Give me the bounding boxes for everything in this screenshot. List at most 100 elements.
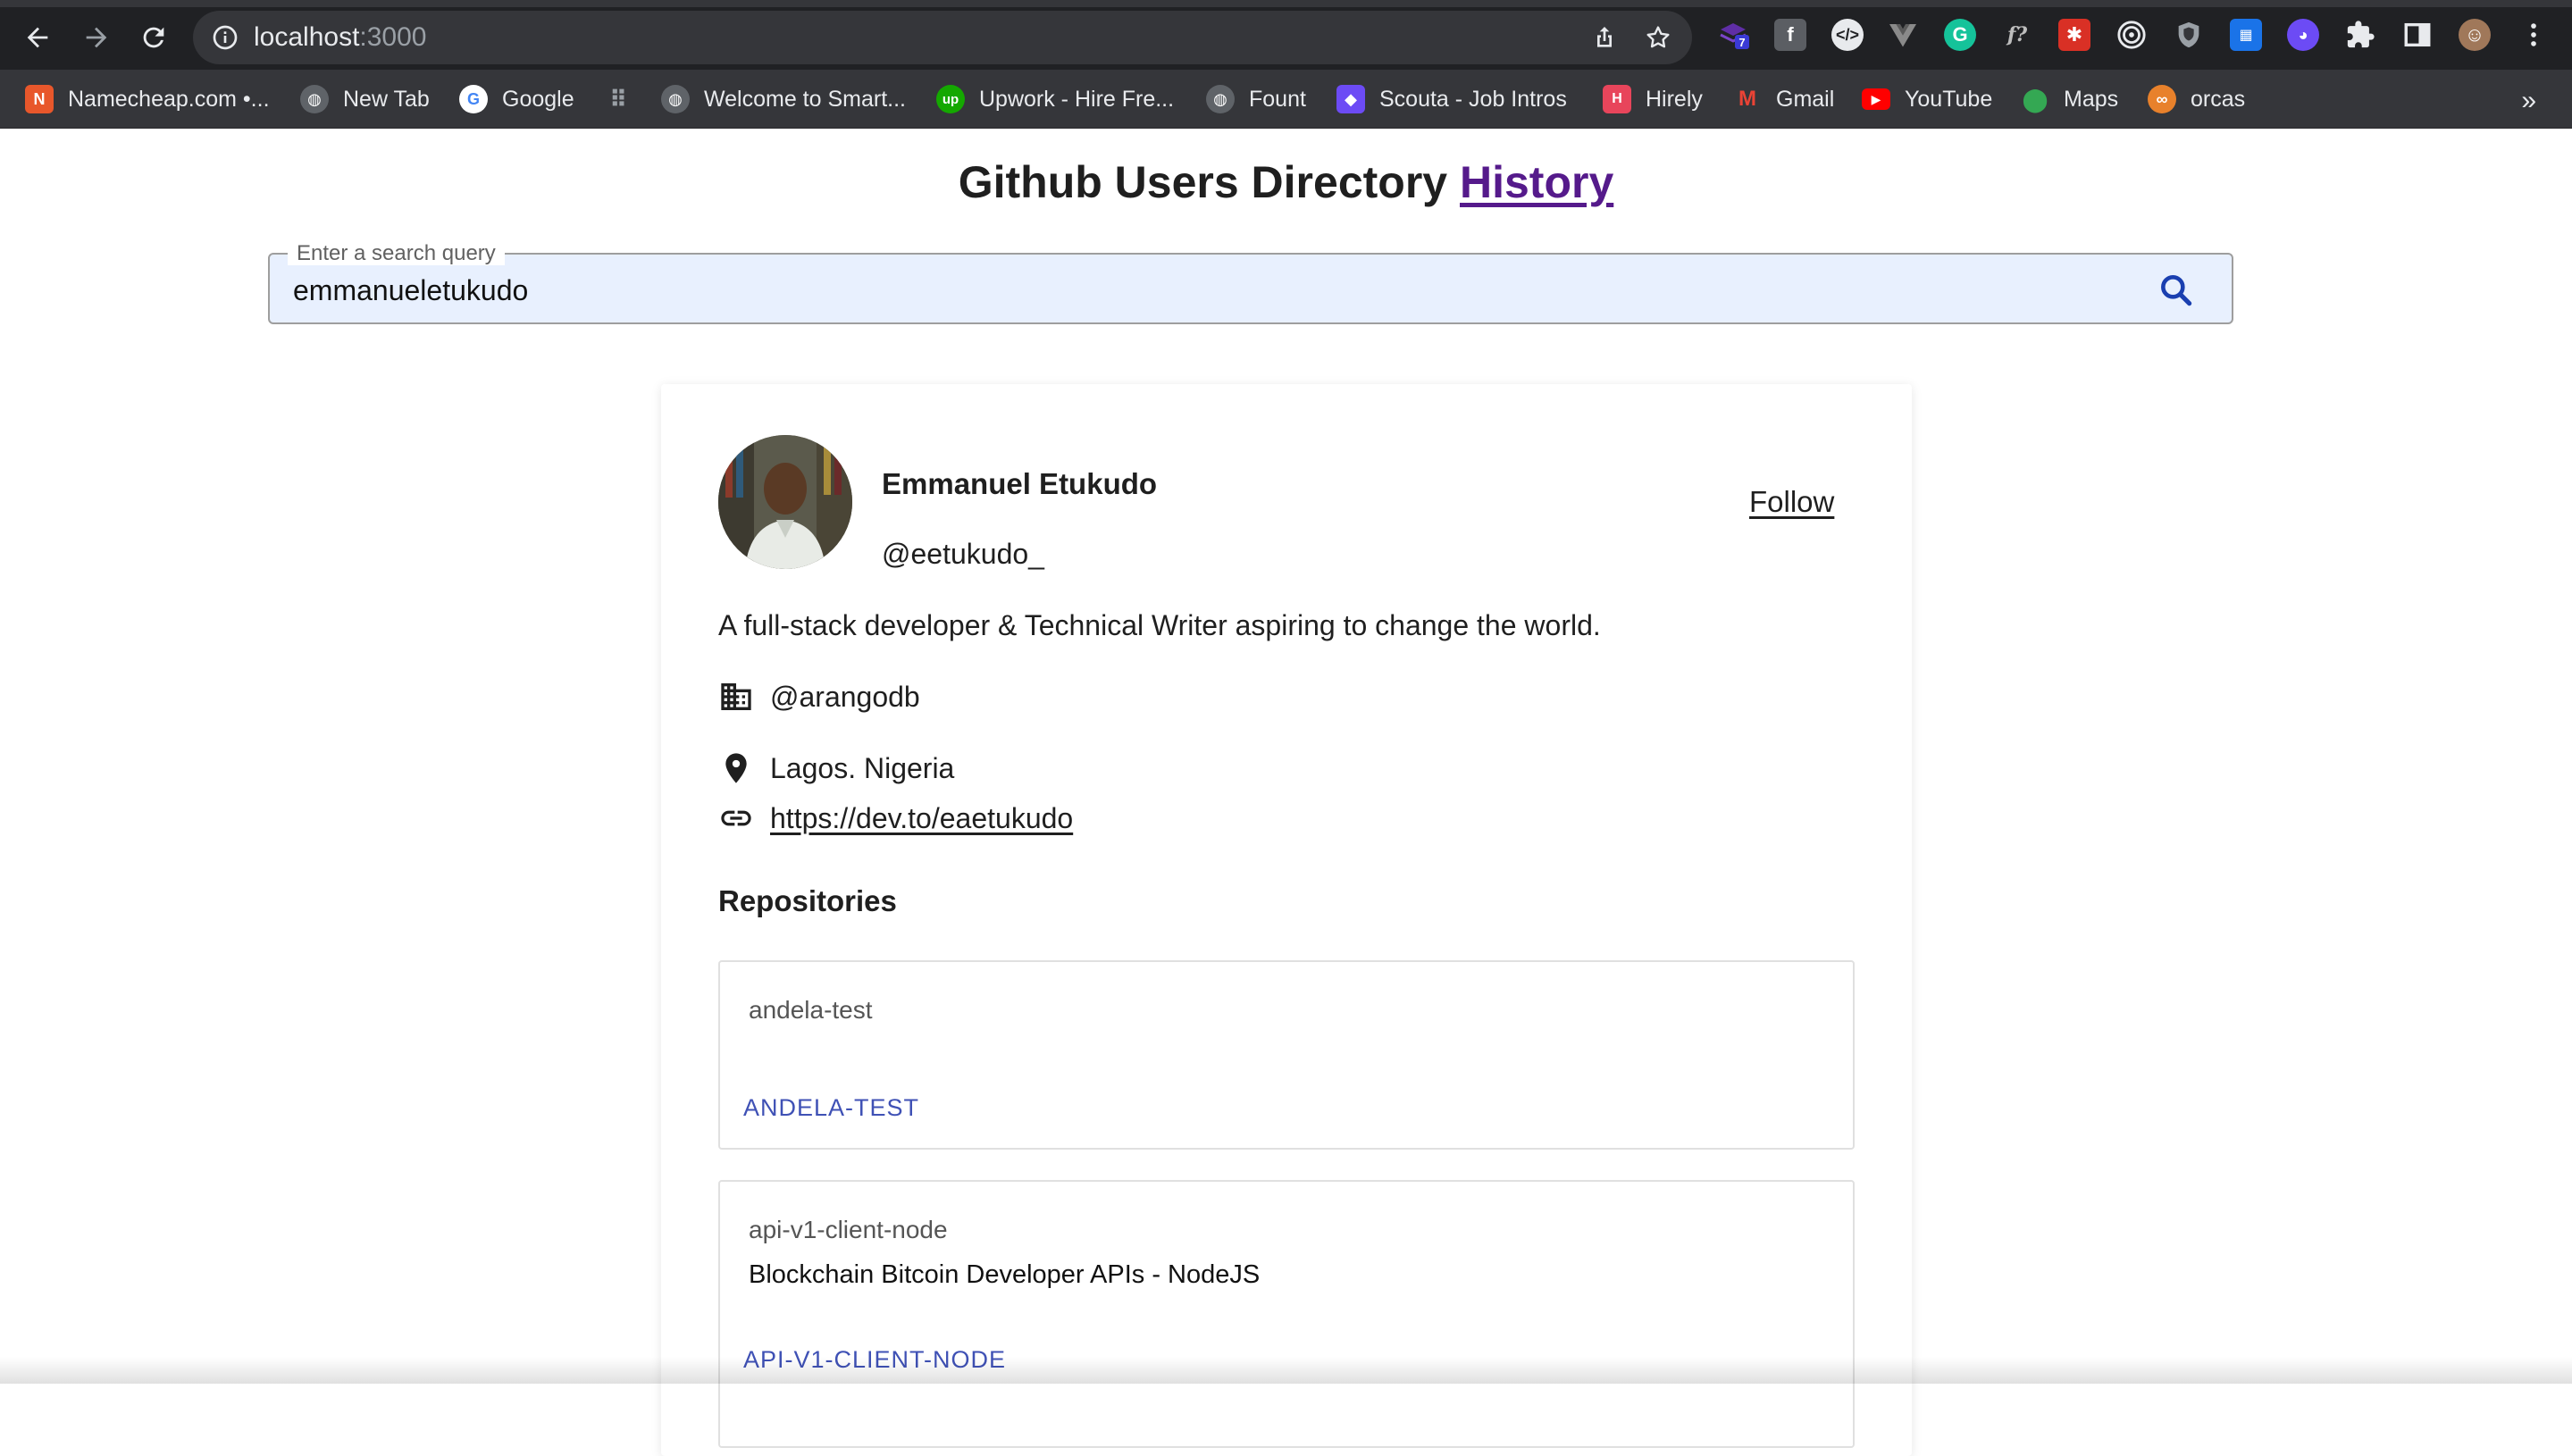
arrow-left-icon [27, 27, 48, 48]
more-vert-icon[interactable] [2518, 19, 2550, 51]
youtube-icon: ▶ [1862, 88, 1890, 110]
reload-icon [143, 27, 164, 48]
info-icon[interactable] [211, 23, 239, 52]
avatar [718, 435, 852, 569]
share-icon[interactable] [1590, 23, 1619, 52]
maps-icon: ⬤ [2022, 85, 2048, 113]
target-extension-icon[interactable] [2115, 19, 2148, 51]
tab-strip [0, 0, 2572, 7]
globe-icon: ◍ [661, 85, 690, 113]
address-bar[interactable]: localhost:3000 [193, 11, 1692, 64]
bookmark-label: Hirely [1646, 86, 1703, 112]
globe-icon: ◍ [1206, 85, 1235, 113]
bookmark-label: Gmail [1776, 86, 1835, 112]
profile-card: Emmanuel Etukudo @eetukudo_ Follow A ful… [661, 384, 1912, 1456]
namecheap-icon: N [25, 85, 54, 113]
facebook-icon[interactable]: f [1774, 19, 1806, 51]
search-label: Enter a search query [288, 242, 505, 265]
shield-extension-icon[interactable] [2173, 19, 2205, 51]
bookmark-scouta[interactable]: ◆ Scouta - Job Intros [1336, 79, 1567, 120]
page-title-text: Github Users Directory [958, 157, 1448, 207]
stack-extension-icon[interactable]: 7 [1717, 19, 1749, 51]
bookmarks-bar: N Namecheap.com •... ◍ New Tab G Google … [0, 70, 2572, 129]
bookmark-new-tab[interactable]: ◍ New Tab [300, 79, 430, 120]
bookmark-label: Namecheap.com •... [68, 86, 270, 112]
bookmark-orcas[interactable]: ∞ orcas [2148, 79, 2245, 120]
blue-extension-icon[interactable]: ▦ [2230, 19, 2262, 51]
repositories-heading: Repositories [718, 884, 897, 917]
bookmark-fount[interactable]: ◍ Fount [1206, 79, 1306, 120]
puzzle-icon[interactable] [2344, 19, 2376, 51]
search-input[interactable] [293, 271, 2080, 310]
orcas-icon: ∞ [2148, 85, 2176, 113]
repo-link[interactable]: ANDELA-TEST [743, 1094, 919, 1122]
profile-company: @arangodb [718, 679, 920, 715]
page-title: Github Users Directory History [0, 156, 2572, 208]
upwork-icon: up [936, 85, 965, 113]
page-content: Github Users Directory History Enter a s… [0, 130, 2572, 1456]
bookmark-label: Upwork - Hire Fre... [979, 86, 1175, 112]
repo-description: Blockchain Bitcoin Developer APIs - Node… [749, 1260, 1261, 1289]
blog-link[interactable]: https://dev.to/eaetukudo [770, 802, 1073, 835]
bookmark-label: Fount [1249, 86, 1306, 112]
code-extension-icon[interactable]: </> [1831, 19, 1864, 51]
repo-name: andela-test [749, 996, 873, 1024]
bookmark-welcome[interactable]: ◍ Welcome to Smart... [661, 79, 906, 120]
bookmarks-overflow-button[interactable]: » [2521, 86, 2536, 116]
search-icon[interactable] [2157, 271, 2196, 310]
repo-name: api-v1-client-node [749, 1216, 948, 1243]
bookmark-label: Google [502, 86, 574, 112]
google-icon: G [459, 85, 488, 113]
bookmark-label: New Tab [343, 86, 430, 112]
profile-blog: https://dev.to/eaetukudo [718, 800, 1073, 836]
follow-button[interactable]: Follow [1749, 485, 1834, 519]
bookmark-gmail[interactable]: M Gmail [1733, 79, 1834, 120]
bookmark-label: orcas [2191, 86, 2246, 112]
bookmark-hirely[interactable]: H Hirely [1603, 79, 1703, 120]
profile-handle: @eetukudo_ [882, 538, 1044, 570]
company-text: @arangodb [770, 680, 920, 713]
bookmark-label: Maps [2064, 86, 2119, 112]
bookmark-label: Scouta - Job Intros [1379, 86, 1567, 112]
bookmark-maps[interactable]: ⬤ Maps [2021, 79, 2118, 120]
link-icon [721, 810, 751, 826]
grammarly-icon[interactable]: G [1944, 19, 1976, 51]
fx-extension-icon[interactable]: f? [2001, 19, 2033, 51]
browser-toolbar: localhost:3000 7 f </> G f? ✱ ▦ ◕ ☺ [0, 0, 2572, 70]
profile-name: Emmanuel Etukudo [882, 467, 1158, 500]
side-panel-icon[interactable] [2401, 19, 2434, 51]
bookmark-star-icon[interactable] [1644, 23, 1672, 52]
search-field[interactable]: Enter a search query [268, 242, 2233, 324]
vue-devtools-icon[interactable] [1887, 19, 1919, 51]
reload-button[interactable] [130, 14, 177, 61]
bookmark-youtube[interactable]: ▶ YouTube [1862, 79, 1992, 120]
url-text: localhost:3000 [254, 22, 427, 52]
bookmark-apps[interactable]: ⠿ [604, 79, 647, 120]
bookmark-label: YouTube [1905, 86, 1993, 112]
scouta-icon: ◆ [1336, 85, 1365, 113]
bottom-shadow [0, 1357, 2572, 1384]
location-text: Lagos. Nigeria [770, 751, 955, 784]
red-extension-icon[interactable]: ✱ [2058, 19, 2090, 51]
forward-button[interactable] [73, 14, 120, 61]
repo-card: andela-test ANDELA-TEST [718, 960, 1855, 1150]
arrow-right-icon [86, 27, 107, 48]
hirely-icon: H [1603, 85, 1631, 113]
bookmark-namecheap[interactable]: N Namecheap.com •... [25, 79, 270, 120]
bookmark-google[interactable]: G Google [459, 79, 574, 120]
apps-grid-icon: ⠿ [608, 85, 628, 113]
profile-bio: A full-stack developer & Technical Write… [718, 609, 1601, 641]
svg-text:7: 7 [1738, 36, 1745, 49]
globe-icon: ◍ [300, 85, 329, 113]
location-pin-icon [725, 753, 747, 783]
gmail-icon: M [1738, 87, 1756, 111]
bookmark-label: Welcome to Smart... [704, 86, 906, 112]
profile-location: Lagos. Nigeria [718, 750, 954, 786]
repo-card: api-v1-client-node Blockchain Bitcoin De… [718, 1180, 1855, 1448]
purple-extension-icon[interactable]: ◕ [2287, 19, 2319, 51]
back-button[interactable] [14, 14, 61, 61]
building-icon [721, 683, 751, 710]
profile-avatar-icon[interactable]: ☺ [2459, 19, 2491, 51]
history-link[interactable]: History [1460, 157, 1613, 207]
bookmark-upwork[interactable]: up Upwork - Hire Fre... [936, 79, 1174, 120]
